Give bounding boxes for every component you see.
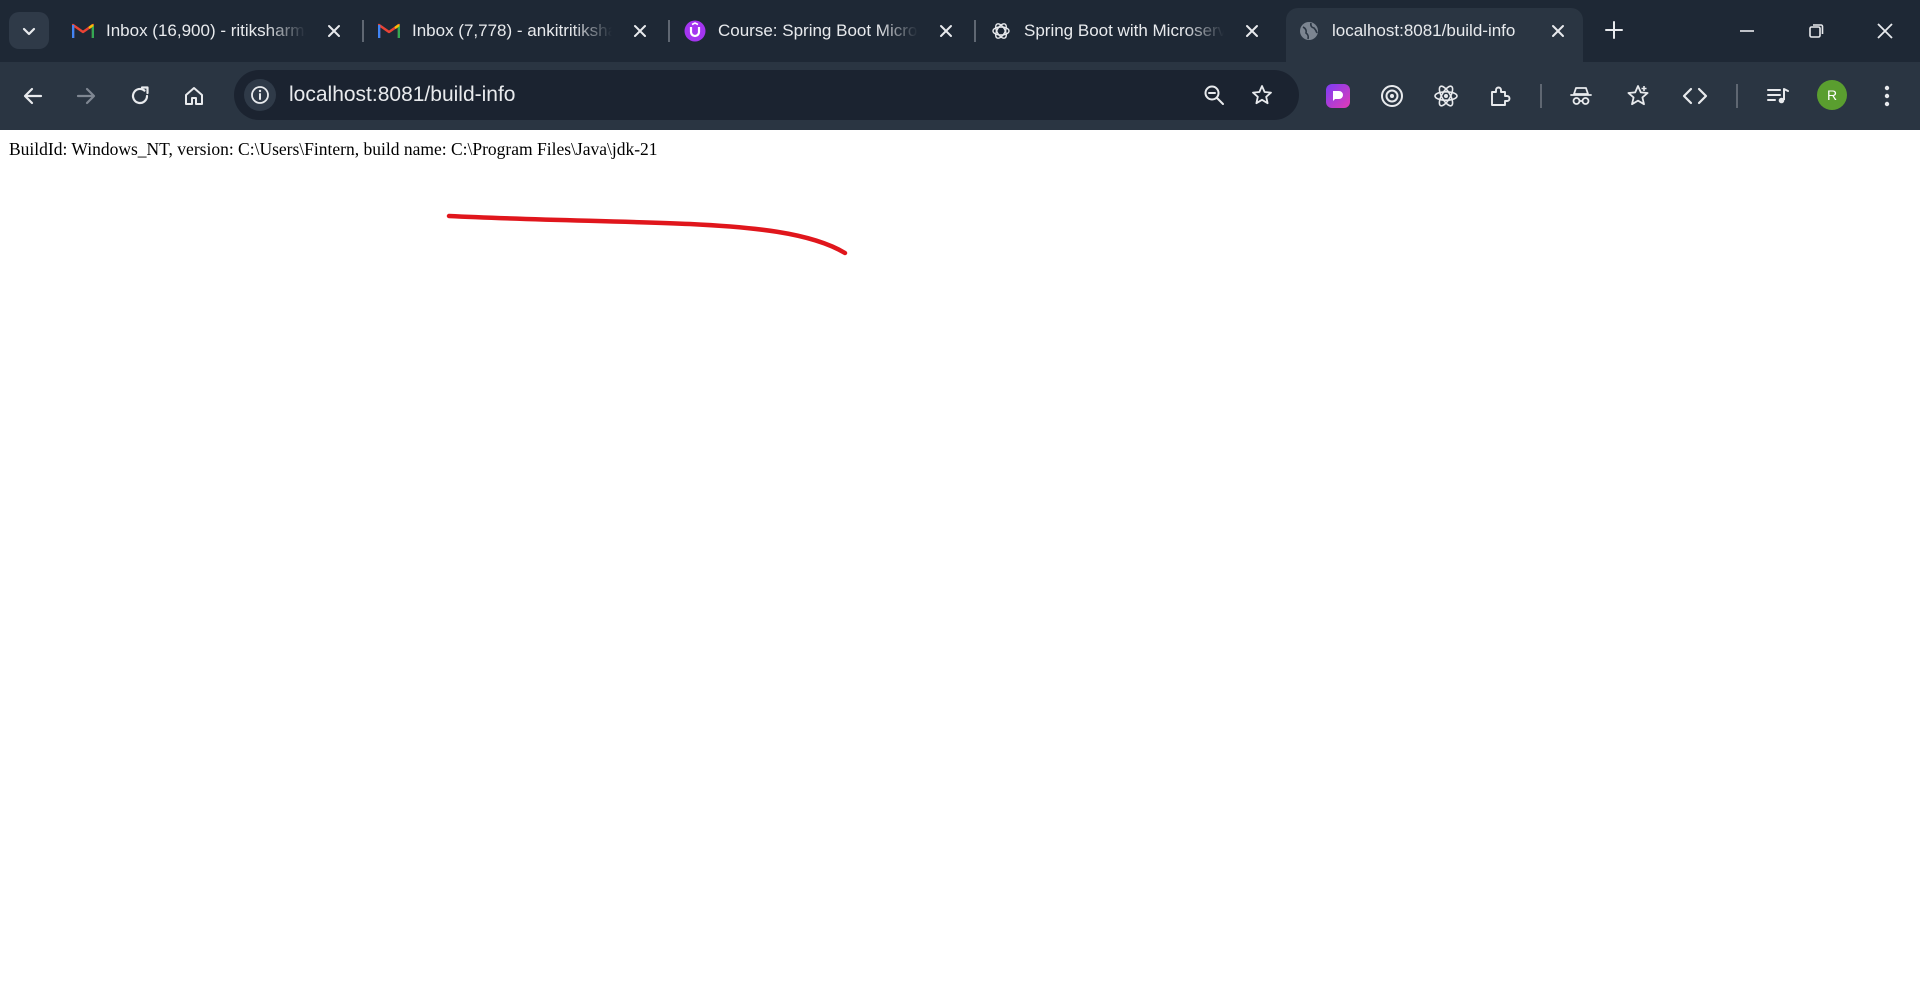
- close-icon[interactable]: [630, 21, 650, 41]
- toolbar-separator: [1540, 84, 1542, 108]
- url-text[interactable]: localhost:8081/build-info: [289, 70, 516, 120]
- home-icon: [185, 87, 203, 105]
- extension-app-icon[interactable]: [1320, 78, 1356, 114]
- tab-separator: [974, 20, 976, 42]
- address-bar[interactable]: localhost:8081/build-info: [234, 70, 1299, 120]
- site-info-button[interactable]: [244, 79, 276, 111]
- close-icon: [1877, 23, 1893, 39]
- tab-gmail-ritik[interactable]: Inbox (16,900) - ritiksharma: [60, 8, 356, 54]
- restore-icon: [1809, 24, 1824, 38]
- plus-icon: [1605, 21, 1623, 39]
- tab-search-button[interactable]: [9, 12, 49, 49]
- reload-icon: [131, 86, 149, 105]
- globe-icon: [1298, 21, 1320, 41]
- chatgpt-icon: [990, 21, 1012, 41]
- incognito-icon[interactable]: [1563, 78, 1599, 114]
- bookmark-star-icon[interactable]: [1246, 79, 1278, 111]
- annotation-stroke: [446, 213, 848, 256]
- tab-gmail-ankit[interactable]: Inbox (7,778) - ankitritiksharma: [366, 8, 662, 54]
- gmail-icon: [72, 21, 94, 41]
- arrow-right-icon: [76, 87, 96, 105]
- new-tab-button[interactable]: [1600, 16, 1628, 44]
- close-icon[interactable]: [1548, 21, 1568, 41]
- tab-title: localhost:8081/build-info: [1332, 21, 1516, 40]
- browser-toolbar: localhost:8081/build-info R: [0, 62, 1920, 130]
- chevron-down-icon: [22, 27, 36, 35]
- tab-title: Inbox (16,900) - ritiksharma: [106, 21, 306, 40]
- extensions-puzzle-icon[interactable]: [1482, 78, 1518, 114]
- toolbar-separator: [1736, 84, 1738, 108]
- info-icon: [251, 86, 269, 104]
- tab-title: Inbox (7,778) - ankitritiksharma: [412, 21, 612, 40]
- tab-build-info[interactable]: localhost:8081/build-info: [1286, 8, 1583, 62]
- tab-separator: [668, 20, 670, 42]
- profile-avatar[interactable]: R: [1817, 80, 1847, 110]
- menu-kebab-icon[interactable]: [1869, 78, 1905, 114]
- udemy-icon: [684, 20, 706, 42]
- back-button[interactable]: [15, 78, 51, 114]
- close-icon[interactable]: [324, 21, 344, 41]
- build-info-text: BuildId: Windows_NT, version: C:\Users\F…: [9, 139, 658, 159]
- tab-title: Course: Spring Boot Microservices: [718, 21, 918, 40]
- arrow-left-icon: [23, 87, 43, 105]
- close-window-button[interactable]: [1868, 14, 1902, 48]
- target-icon[interactable]: [1374, 78, 1410, 114]
- restore-button[interactable]: [1799, 14, 1833, 48]
- tab-strip: Inbox (16,900) - ritiksharma Inbox (7,77…: [0, 0, 1920, 62]
- close-icon[interactable]: [936, 21, 956, 41]
- react-devtools-icon[interactable]: [1428, 78, 1464, 114]
- forward-button[interactable]: [68, 78, 104, 114]
- reload-button[interactable]: [122, 78, 158, 114]
- tab-title: Spring Boot with Microservices: [1024, 21, 1224, 40]
- home-button[interactable]: [176, 78, 212, 114]
- minimize-button[interactable]: [1730, 14, 1764, 48]
- close-icon[interactable]: [1242, 21, 1262, 41]
- tab-udemy-course[interactable]: Course: Spring Boot Microservices: [672, 8, 968, 54]
- tab-chatgpt[interactable]: Spring Boot with Microservices: [978, 8, 1272, 54]
- media-control-icon[interactable]: [1760, 78, 1796, 114]
- code-icon[interactable]: [1677, 78, 1713, 114]
- minimize-icon: [1740, 30, 1754, 32]
- zoom-icon[interactable]: [1198, 79, 1230, 111]
- bookmarks-star-icon[interactable]: [1620, 78, 1656, 114]
- gmail-icon: [378, 21, 400, 41]
- tab-separator: [362, 20, 364, 42]
